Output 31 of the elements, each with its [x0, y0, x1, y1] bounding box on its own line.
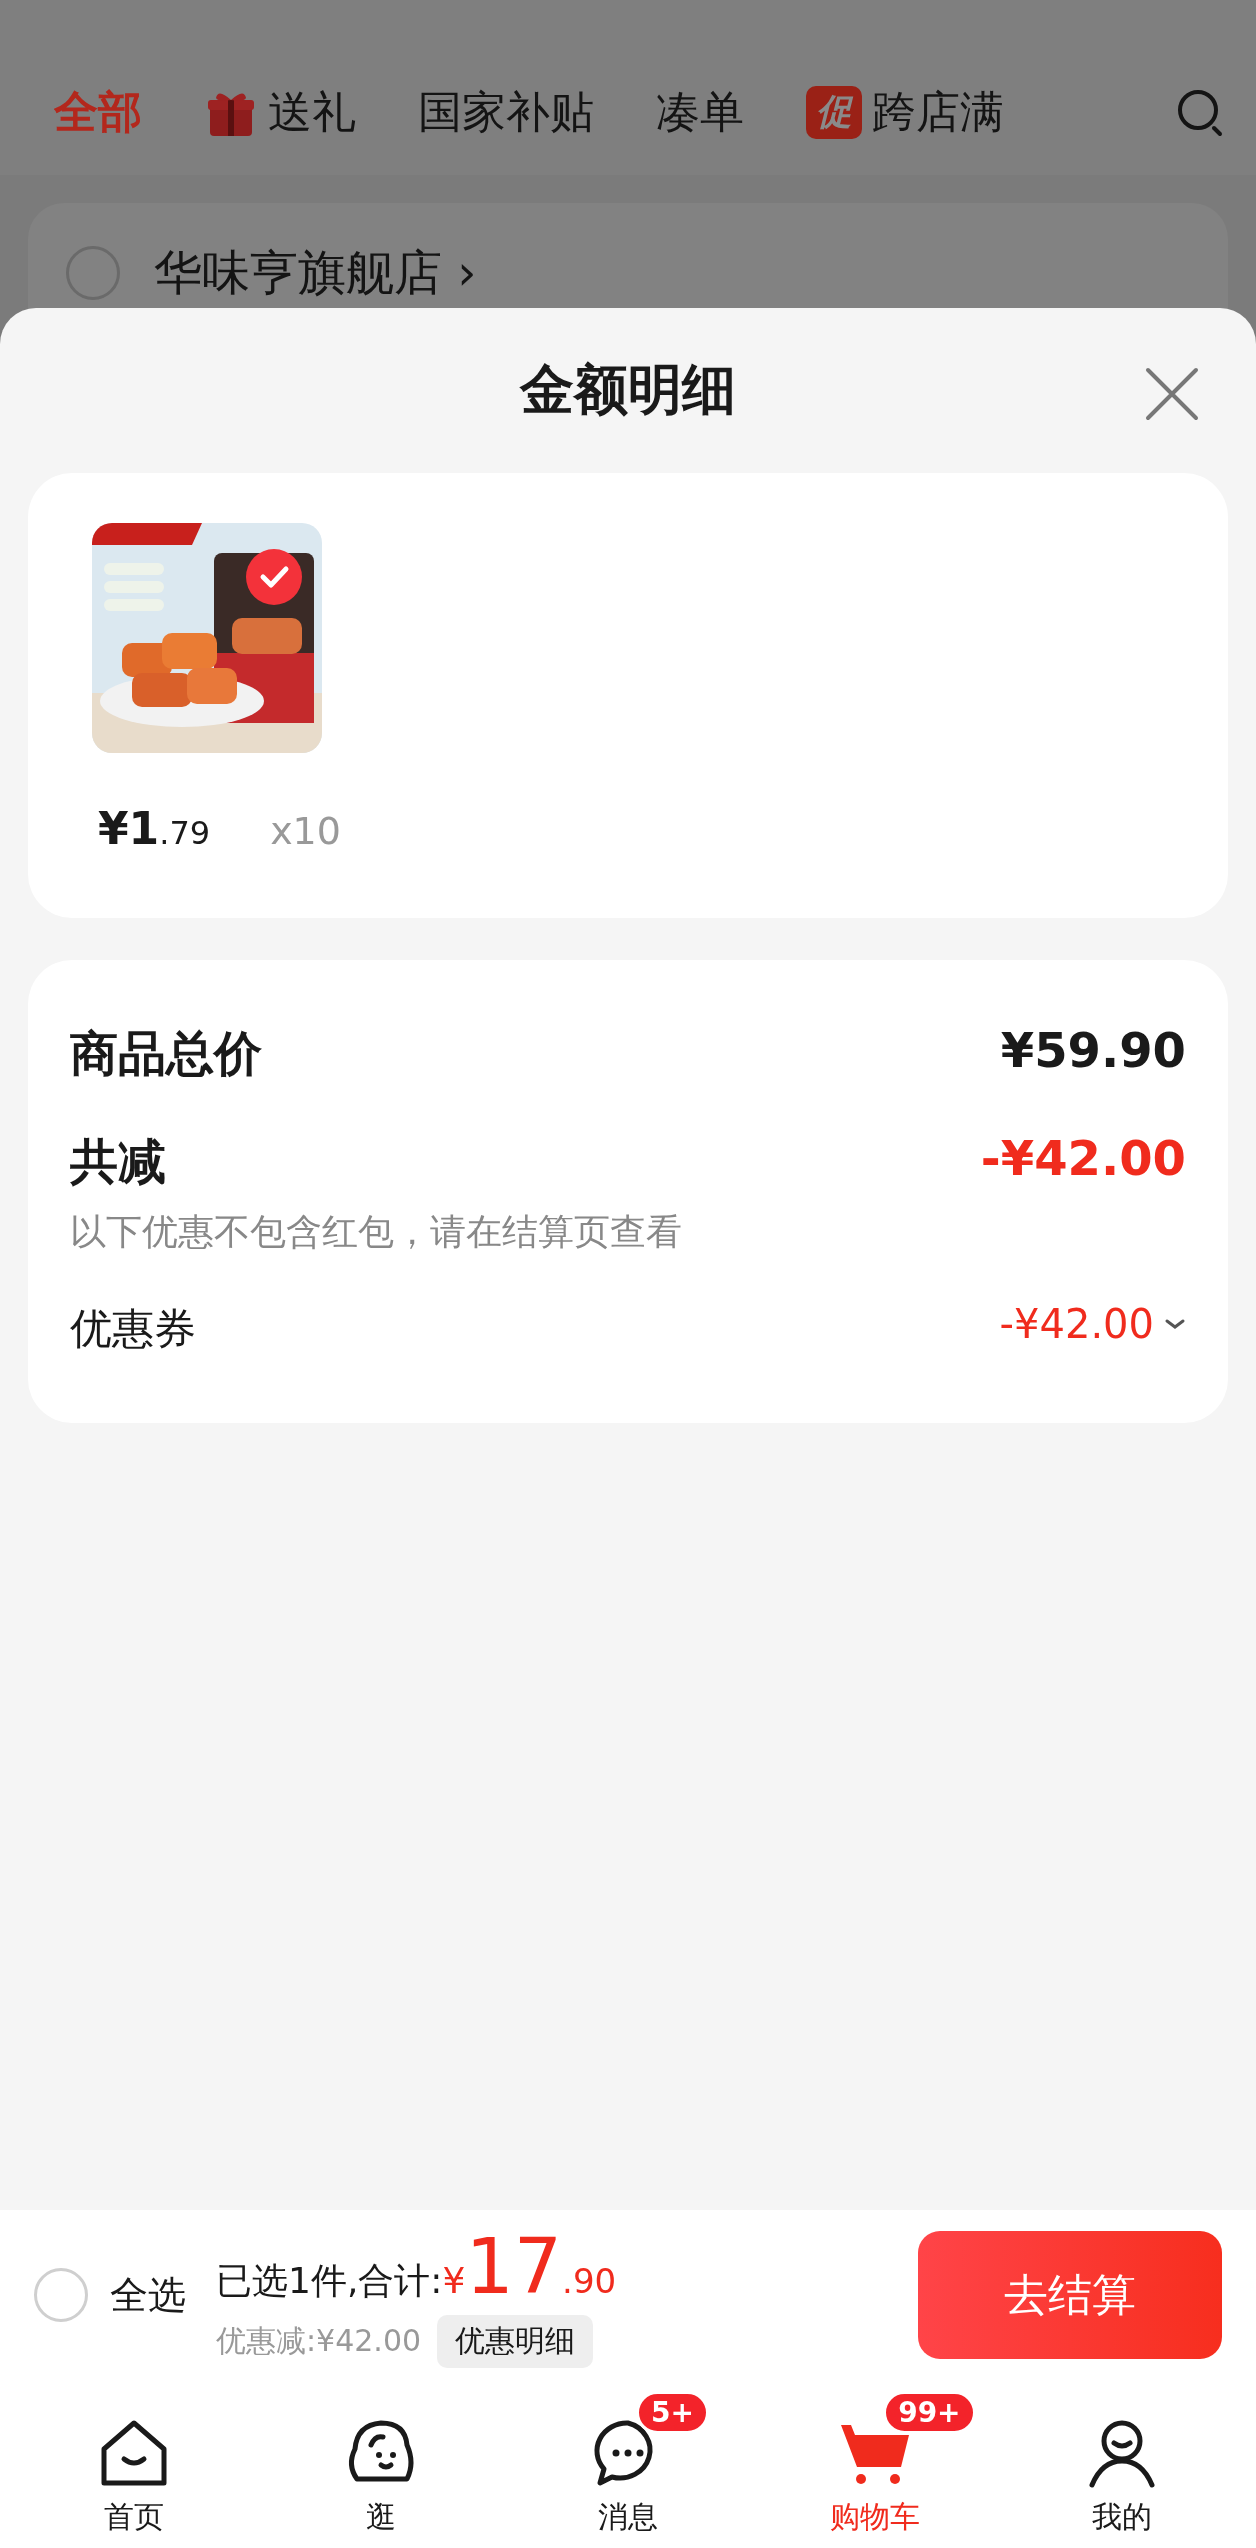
nav-tab[interactable]: 逛	[270, 2390, 491, 2538]
select-all-label[interactable]: 全选	[110, 2269, 186, 2321]
summary-amount: -¥42.00	[999, 1301, 1154, 1347]
category-tab[interactable]: 促 跨店满	[806, 83, 1004, 142]
select-all-checkbox[interactable]	[34, 2268, 88, 2322]
discount-details-button[interactable]: 优惠明细	[437, 2315, 594, 2368]
close-icon[interactable]	[1144, 366, 1200, 422]
store-name[interactable]: 华味亨旗舰店 ›	[154, 241, 477, 305]
selected-count: 已选1件,合计:	[216, 2259, 443, 2303]
total-price: ¥17.90	[442, 2222, 617, 2311]
category-tab[interactable]: 国家补贴	[418, 83, 594, 142]
summary-label: 共减	[70, 1132, 167, 1191]
item-price: ¥1.79	[98, 803, 211, 854]
summary-note: 以下优惠不包含红包，请在结算页查看	[70, 1210, 682, 1254]
store-checkbox[interactable]	[66, 246, 120, 300]
category-tab[interactable]: 凑单	[656, 83, 744, 142]
category-tab[interactable]: 送礼	[204, 83, 356, 142]
summary-amount: -¥42.00	[980, 1130, 1186, 1186]
promo-tag: 促	[806, 86, 862, 139]
summary-amount: ¥59.90	[1000, 1022, 1186, 1078]
item-quantity: x10	[270, 809, 341, 853]
sheet-title: 金额明细	[520, 357, 736, 423]
checkout-button[interactable]: 去结算	[918, 2231, 1222, 2359]
summary-label: 商品总价	[70, 1024, 262, 1083]
chevron-down-icon[interactable]	[1164, 1317, 1186, 1331]
summary-label: 优惠券	[70, 1303, 196, 1355]
nav-tab[interactable]: 我的	[1012, 2390, 1233, 2538]
nav-tab[interactable]: 首页	[23, 2390, 244, 2538]
discount-amount: 优惠减:¥42.00	[216, 2322, 422, 2360]
nav-tab[interactable]: 消息 5+	[517, 2390, 738, 2538]
nav-tab[interactable]: 购物车 99+	[765, 2390, 986, 2538]
